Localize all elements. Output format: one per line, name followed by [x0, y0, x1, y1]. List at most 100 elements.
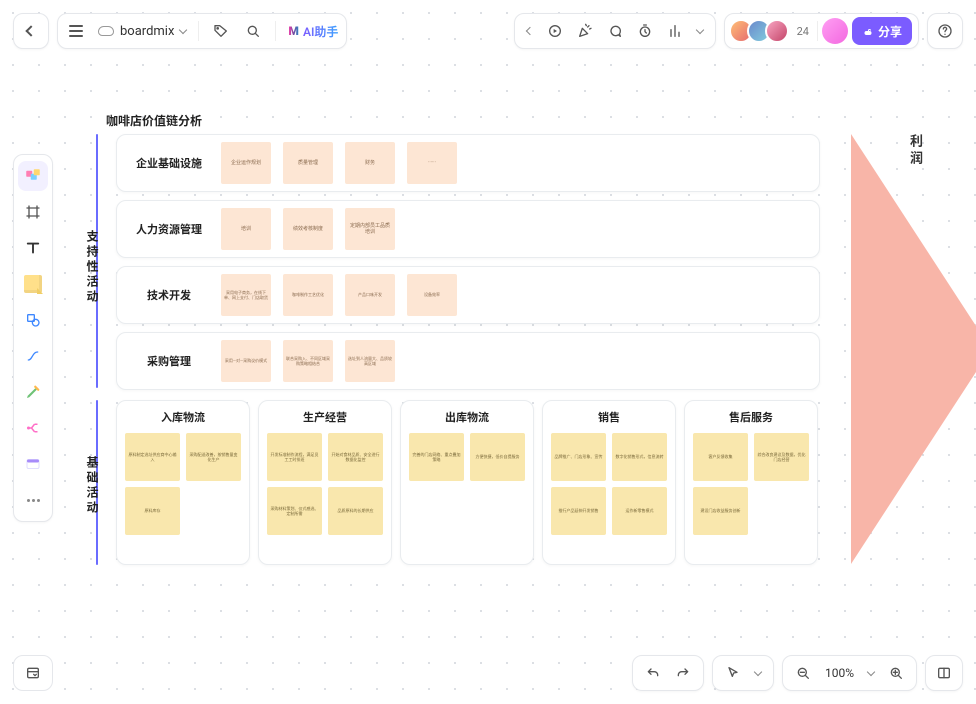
templates-tool[interactable]: [18, 161, 48, 191]
pen-tool[interactable]: [18, 377, 48, 407]
primary-card-service[interactable]: 售后服务 客户反馈收集 综合改良建议及数据，优化门店经营 建设门店收益服务创新: [684, 400, 818, 565]
sticky-note[interactable]: 原料制定选址供应商中心输入: [125, 433, 180, 481]
support-row-tech[interactable]: 技术开发 采用电子商务，在线下单、网上支付、门店取货 咖啡制作工艺优化 产品口味…: [116, 266, 820, 324]
sticky-note[interactable]: 采用—对—采购议价模式: [221, 340, 271, 382]
current-user-avatar[interactable]: [822, 18, 848, 44]
canvas-content: 咖啡店价值链分析 支持性活动 企业基础设施 企业运作规划 质量管理 财务 ···…: [60, 60, 966, 644]
support-row-infrastructure[interactable]: 企业基础设施 企业运作规划 质量管理 财务 ······: [116, 134, 820, 192]
avatar-stack[interactable]: [729, 19, 789, 43]
help-button[interactable]: [927, 13, 963, 49]
sticky-note[interactable]: 财务: [345, 142, 395, 184]
avatar: [765, 19, 789, 43]
ai-assistant-button[interactable]: M AI助手: [288, 23, 338, 40]
diagram-title[interactable]: 咖啡店价值链分析: [106, 112, 202, 129]
document-title-dropdown[interactable]: boardmix: [98, 24, 186, 39]
support-activities-label[interactable]: 支持性活动: [84, 230, 101, 305]
card-label: 售后服务: [729, 409, 773, 425]
sticky-note[interactable]: 采用电子商务，在线下单、网上支付、门店取货: [221, 274, 271, 316]
collaborator-count: 24: [793, 25, 813, 38]
primary-card-sales[interactable]: 销售 品牌推广、门店形象、宣传 数字化销售形式，信息流转 推行产品延伸开发销售 …: [542, 400, 676, 565]
chevron-down-icon[interactable]: [867, 668, 875, 676]
share-button[interactable]: 分享: [852, 17, 912, 45]
ai-label: AI助手: [303, 23, 338, 40]
sticky-note[interactable]: 运作新零售模式: [612, 487, 667, 535]
confetti-button[interactable]: [577, 23, 593, 39]
sticky-note[interactable]: 质量管理: [283, 142, 333, 184]
mindmap-tool[interactable]: [18, 413, 48, 443]
primary-card-inbound[interactable]: 入库物流 原料制定选址供应商中心输入 采购配送改善，按销售量变化生产 原料库存: [116, 400, 250, 565]
margin-label: 利润: [905, 134, 924, 564]
topbar: boardmix M AI助手: [13, 13, 963, 49]
zoom-level[interactable]: 100%: [825, 666, 854, 680]
chevron-down-icon: [179, 26, 187, 34]
primary-card-outbound[interactable]: 出库物流 完善的门店网络、重点叠加策略 方便快捷，低价自提服务: [400, 400, 534, 565]
sticky-note[interactable]: 设备效率: [407, 274, 457, 316]
main-menu-button[interactable]: [66, 21, 86, 41]
search-button[interactable]: [243, 21, 263, 41]
divider: [817, 21, 818, 41]
sticky-note[interactable]: 企业运作规划: [221, 142, 271, 184]
sticky-note[interactable]: 培训: [221, 208, 271, 250]
bottombar: 100%: [632, 655, 963, 691]
sticky-note[interactable]: 开发标准制作流程，满足员工工时排班: [267, 433, 322, 481]
back-button[interactable]: [13, 13, 49, 49]
sticky-note[interactable]: 采购材料策划、仪式感选、定制所需: [267, 487, 322, 535]
sticky-note[interactable]: 采购配送改善，按销售量变化生产: [186, 433, 241, 481]
zoom-in-button[interactable]: [888, 665, 904, 681]
timer-button[interactable]: [637, 23, 653, 39]
sticky-note[interactable]: 品质原料的长期供应: [328, 487, 383, 535]
sticky-note[interactable]: 绩效考核制度: [283, 208, 333, 250]
primary-activities-label[interactable]: 基础活动: [84, 456, 101, 516]
sticky-note[interactable]: 方便快捷，低价自提服务: [470, 433, 525, 481]
row-label: 人力资源管理: [129, 221, 209, 237]
shape-tool[interactable]: [18, 305, 48, 335]
play-button[interactable]: [547, 23, 563, 39]
sticky-note[interactable]: 客户反馈收集: [693, 433, 748, 481]
sticky-note[interactable]: 开始对食材品质、安全进行数据化监控: [328, 433, 383, 481]
minimap-icon: [936, 665, 952, 681]
text-tool[interactable]: [18, 233, 48, 263]
poll-button[interactable]: [667, 23, 683, 39]
zoom-out-button[interactable]: [795, 665, 811, 681]
tag-icon: [213, 23, 229, 39]
panel-toggle-button[interactable]: [13, 655, 53, 691]
sticky-note-icon: [24, 275, 42, 293]
redo-button[interactable]: [675, 665, 691, 681]
sticky-note[interactable]: 定期内部员工品质培训: [345, 208, 395, 250]
help-icon: [937, 23, 953, 39]
chevron-down-icon[interactable]: [695, 26, 703, 34]
sticky-note[interactable]: 选址到人流量大、品质较高区域: [345, 340, 395, 382]
row-label: 企业基础设施: [129, 155, 209, 171]
frame-icon: [25, 204, 41, 220]
sticky-note[interactable]: 原料库存: [125, 487, 180, 535]
support-row-hr[interactable]: 人力资源管理 培训 绩效考核制度 定期内部员工品质培训: [116, 200, 820, 258]
undo-button[interactable]: [645, 665, 661, 681]
sticky-note[interactable]: 咖啡制作工艺优化: [283, 274, 333, 316]
minimap-button[interactable]: [925, 655, 963, 691]
primary-card-operations[interactable]: 生产经营 开发标准制作流程，满足员工工时排班 开始对食材品质、安全进行数据化监控…: [258, 400, 392, 565]
select-tool[interactable]: [725, 665, 741, 681]
chevron-down-icon[interactable]: [754, 668, 762, 676]
expand-left-icon[interactable]: [525, 27, 533, 35]
sticky-note[interactable]: 联合采购入、不同区域采购策略相结合: [283, 340, 333, 382]
card-label: 生产经营: [303, 409, 347, 425]
zoom-group: 100%: [782, 655, 917, 691]
sticky-note[interactable]: 完善的门店网络、重点叠加策略: [409, 433, 464, 481]
sticky-note-tool[interactable]: [18, 269, 48, 299]
comment-button[interactable]: [607, 23, 623, 39]
tag-button[interactable]: [211, 21, 231, 41]
sticky-note[interactable]: 品牌推广、门店形象、宣传: [551, 433, 606, 481]
support-row-procurement[interactable]: 采购管理 采用—对—采购议价模式 联合采购入、不同区域采购策略相结合 选址到人流…: [116, 332, 820, 390]
connector-tool[interactable]: [18, 341, 48, 371]
sticky-note[interactable]: ······: [407, 142, 457, 184]
sticky-note[interactable]: 数字化销售形式，信息流转: [612, 433, 667, 481]
collaborators: 24 分享: [724, 13, 919, 49]
more-tools[interactable]: [18, 485, 48, 515]
sticky-note[interactable]: 推行产品延伸开发销售: [551, 487, 606, 535]
sticky-note[interactable]: 产品口味开发: [345, 274, 395, 316]
card-tool[interactable]: [18, 449, 48, 479]
sticky-note[interactable]: 建设门店收益服务创新: [693, 487, 748, 535]
ai-logo-icon: M: [288, 24, 299, 38]
frame-tool[interactable]: [18, 197, 48, 227]
sticky-note[interactable]: 综合改良建议及数据，优化门店经营: [754, 433, 809, 481]
